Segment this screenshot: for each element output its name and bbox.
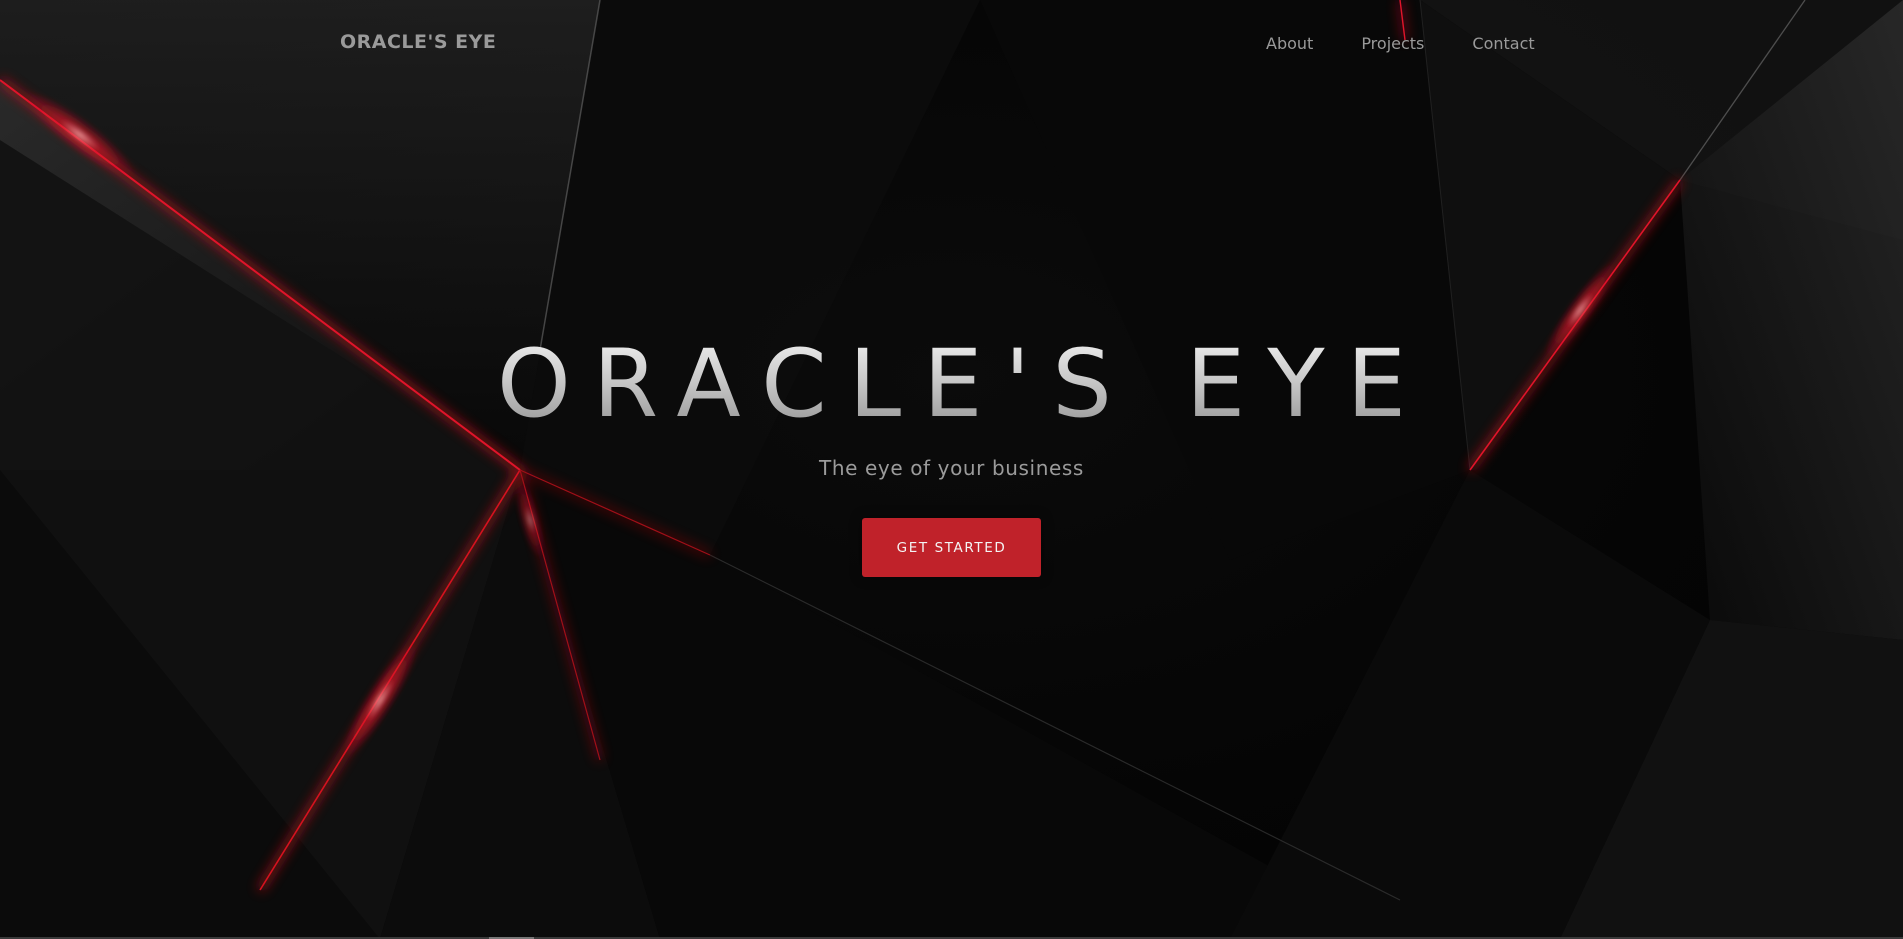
nav-links: About Projects Contact [1266, 34, 1535, 53]
nav-link-projects[interactable]: Projects [1361, 34, 1424, 53]
hero-section: ORACLE'S EYE The eye of your business GE… [0, 330, 1903, 577]
nav-link-about[interactable]: About [1266, 34, 1313, 53]
nav-link-contact[interactable]: Contact [1472, 34, 1534, 53]
brand-logo[interactable]: ORACLE'S EYE [340, 31, 496, 53]
hero-title: ORACLE'S EYE [0, 330, 1903, 440]
get-started-button[interactable]: GET STARTED [862, 518, 1041, 577]
hero-subtitle: The eye of your business [819, 456, 1084, 480]
landing-page: ORACLE'S EYE About Projects Contact ORAC… [0, 0, 1903, 939]
top-navbar: ORACLE'S EYE About Projects Contact [0, 0, 1903, 86]
